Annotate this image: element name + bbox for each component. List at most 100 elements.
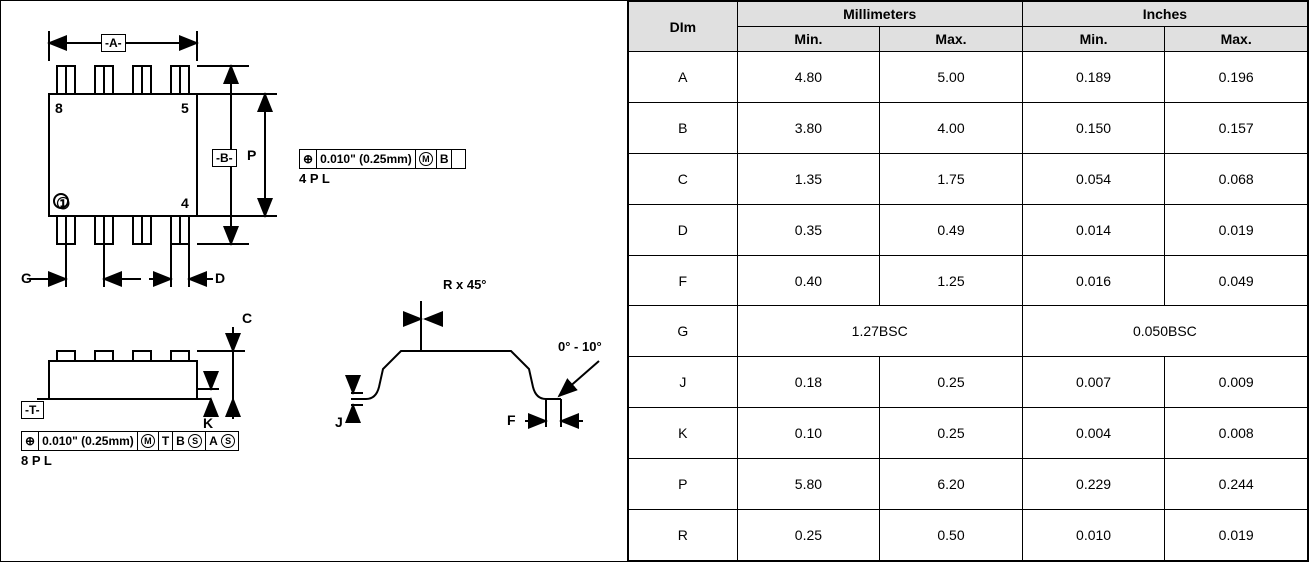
table-cell: 0.054 (1022, 153, 1165, 204)
table-cell: 0.40 (737, 255, 880, 306)
page-frame: -A- -B- -T- P G D C K J F R x 45° 0° - 1… (0, 0, 1309, 562)
dim-label-K: K (203, 415, 213, 431)
table-row: A4.805.000.1890.196 (629, 52, 1308, 103)
table-cell: A (629, 52, 738, 103)
pl-4: 4 P L (299, 171, 330, 186)
table-cell: 0.244 (1165, 459, 1308, 510)
table-cell: R (629, 510, 738, 561)
table-cell: 1.35 (737, 153, 880, 204)
table-cell: 0.019 (1165, 204, 1308, 255)
table-cell: 3.80 (737, 102, 880, 153)
table-cell: J (629, 357, 738, 408)
dim-label-J: J (335, 414, 343, 430)
table-cell: 0.007 (1022, 357, 1165, 408)
col-mm: Millimeters (737, 2, 1022, 27)
table-cell: 0.35 (737, 204, 880, 255)
table-cell: G (629, 306, 738, 357)
dim-label-C: C (242, 310, 252, 326)
dim-label-G: G (21, 270, 32, 286)
fcf-tol: 0.010" (0.25mm) (317, 150, 416, 168)
dimensions-pane: DIm Millimeters Inches Min. Max. Min. Ma… (628, 1, 1308, 561)
dim-label-F: F (507, 412, 516, 428)
datum-T: -T- (21, 401, 44, 419)
gdt-position-icon: ⊕ (300, 150, 317, 168)
dim-label-D: D (215, 270, 225, 286)
fcf-top: ⊕ 0.010" (0.25mm) M B (299, 149, 466, 169)
table-cell: 5.00 (880, 52, 1023, 103)
col-in: Inches (1022, 2, 1307, 27)
gdt-position-icon: ⊕ (22, 432, 39, 450)
fcf-datum-T: T (159, 432, 173, 450)
pin-1-marker: ① (56, 194, 70, 214)
table-cell: 0.196 (1165, 52, 1308, 103)
table-cell: 1.27BSC (737, 306, 1022, 357)
fcf-empty (452, 150, 465, 168)
datum-B: -B- (212, 149, 237, 167)
table-cell: 6.20 (880, 459, 1023, 510)
table-cell: P (629, 459, 738, 510)
table-cell: 0.157 (1165, 102, 1308, 153)
dim-label-P: P (247, 147, 256, 163)
table-cell: 0.10 (737, 408, 880, 459)
table-cell: F (629, 255, 738, 306)
table-row: P5.806.200.2290.244 (629, 459, 1308, 510)
table-cell: 1.25 (880, 255, 1023, 306)
table-cell: 0.049 (1165, 255, 1308, 306)
pin-4: 4 (181, 195, 189, 211)
table-cell: D (629, 204, 738, 255)
table-cell: 0.18 (737, 357, 880, 408)
table-cell: 0.019 (1165, 510, 1308, 561)
table-row: K0.100.250.0040.008 (629, 408, 1308, 459)
table-cell: 0.050BSC (1022, 306, 1307, 357)
table-cell: 0.016 (1022, 255, 1165, 306)
table-cell: 1.75 (880, 153, 1023, 204)
fcf-datum-A: A S (206, 432, 238, 450)
pl-8: 8 P L (21, 453, 52, 468)
table-cell: 0.010 (1022, 510, 1165, 561)
table-cell: 0.068 (1165, 153, 1308, 204)
drawing-svg (1, 1, 628, 561)
col-dim: DIm (629, 2, 738, 52)
col-mm-min: Min. (737, 27, 880, 52)
table-cell: 0.49 (880, 204, 1023, 255)
datum-A: -A- (101, 34, 126, 52)
table-cell: 0.229 (1022, 459, 1165, 510)
table-cell: K (629, 408, 738, 459)
table-cell: 0.25 (880, 408, 1023, 459)
table-cell: 0.25 (880, 357, 1023, 408)
fcf-datum-B: B S (173, 432, 206, 450)
table-header-row: DIm Millimeters Inches (629, 2, 1308, 27)
mechanical-drawing: -A- -B- -T- P G D C K J F R x 45° 0° - 1… (1, 1, 628, 561)
col-mm-max: Max. (880, 27, 1023, 52)
fcf-mod-M: M (416, 150, 437, 168)
table-cell: 4.80 (737, 52, 880, 103)
table-cell: 0.25 (737, 510, 880, 561)
table-cell: 0.009 (1165, 357, 1308, 408)
fcf-bottom: ⊕ 0.010" (0.25mm) M T B S A S (21, 431, 239, 451)
table-cell: 4.00 (880, 102, 1023, 153)
table-cell: 0.008 (1165, 408, 1308, 459)
table-cell: 0.004 (1022, 408, 1165, 459)
fcf-datum-B: B (437, 150, 453, 168)
table-row: J0.180.250.0070.009 (629, 357, 1308, 408)
table-cell: B (629, 102, 738, 153)
fcf-tol: 0.010" (0.25mm) (39, 432, 138, 450)
table-row: B3.804.000.1500.157 (629, 102, 1308, 153)
table-cell: 0.014 (1022, 204, 1165, 255)
table-row: C1.351.750.0540.068 (629, 153, 1308, 204)
table-cell: 5.80 (737, 459, 880, 510)
table-row: F0.401.250.0160.049 (629, 255, 1308, 306)
pin-5: 5 (181, 100, 189, 116)
table-cell: C (629, 153, 738, 204)
table-cell: 0.189 (1022, 52, 1165, 103)
pin-8: 8 (55, 100, 63, 116)
dim-label-angle: 0° - 10° (558, 339, 602, 354)
col-in-min: Min. (1022, 27, 1165, 52)
col-in-max: Max. (1165, 27, 1308, 52)
table-cell: 0.50 (880, 510, 1023, 561)
table-cell: 0.150 (1022, 102, 1165, 153)
dimensions-table: DIm Millimeters Inches Min. Max. Min. Ma… (628, 1, 1308, 561)
table-row: R0.250.500.0100.019 (629, 510, 1308, 561)
table-row: D0.350.490.0140.019 (629, 204, 1308, 255)
dim-label-R: R x 45° (443, 277, 487, 292)
